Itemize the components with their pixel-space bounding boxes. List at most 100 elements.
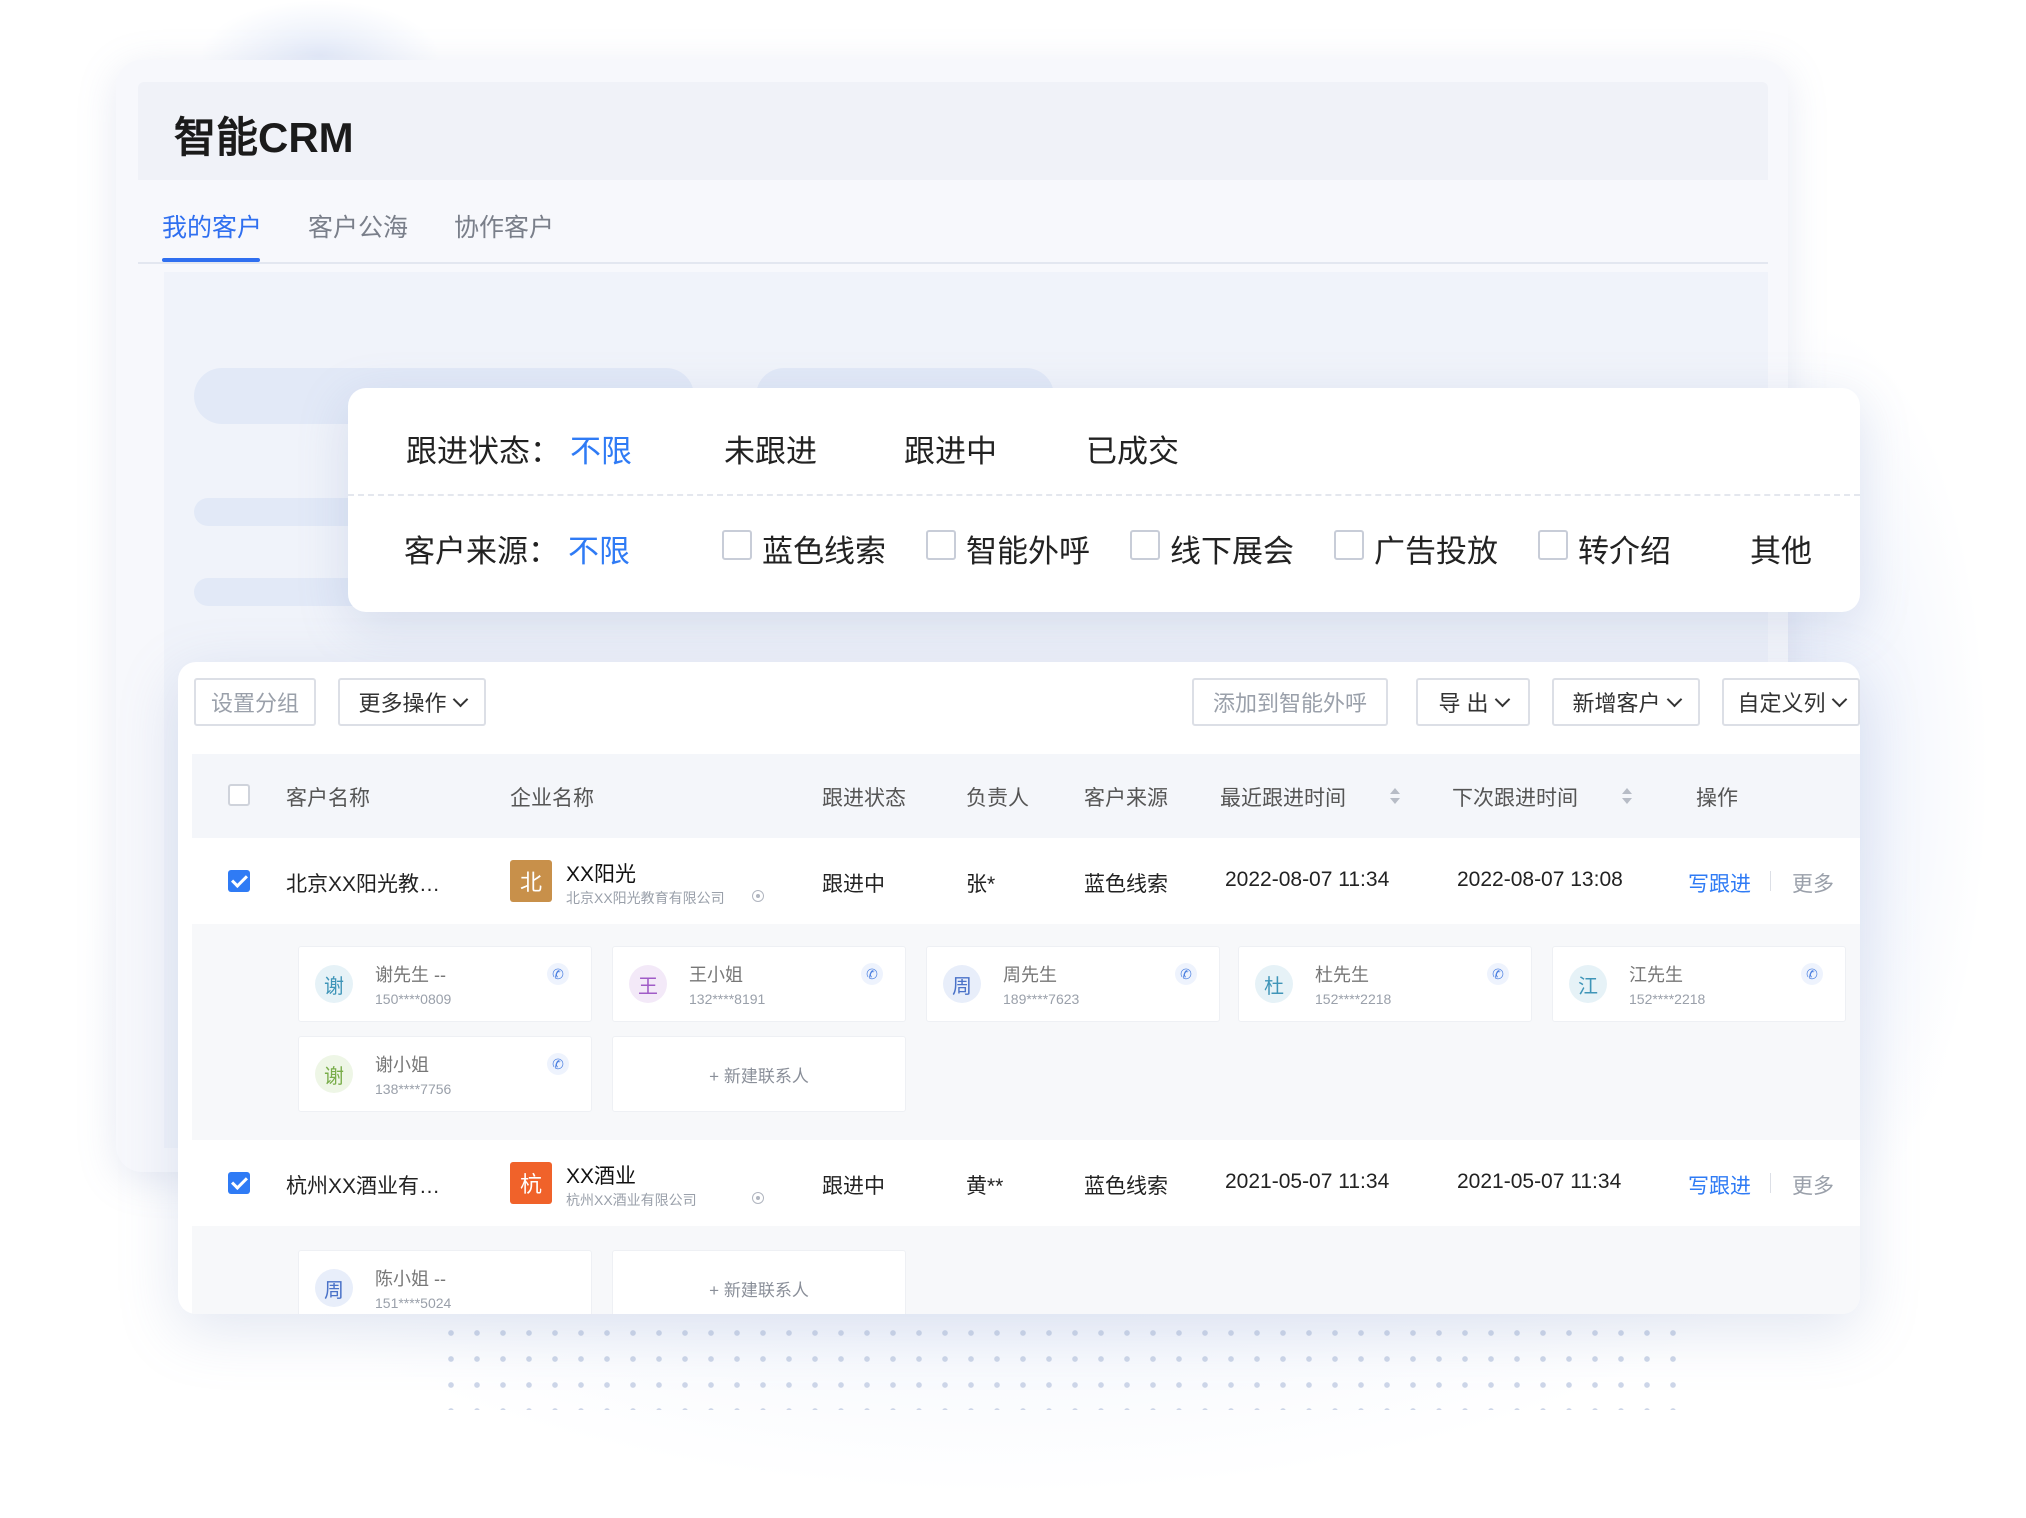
contact-card[interactable]: 周 陈小姐 -- 151****5024 xyxy=(298,1250,592,1314)
col-source: 客户来源 xyxy=(1084,787,1168,810)
source-option-blue-leads[interactable]: 蓝色线索 xyxy=(762,526,886,571)
source-option-other[interactable]: 其他 xyxy=(1750,526,1812,571)
chevron-down-icon xyxy=(1666,691,1682,707)
customer-name[interactable]: 杭州XX酒业有… xyxy=(286,1170,440,1200)
new-customer-button[interactable]: 新增客户 xyxy=(1552,678,1700,726)
source: 蓝色线索 xyxy=(1084,1175,1168,1198)
contact-phone: 189****7623 xyxy=(1003,991,1080,1007)
avatar: 周 xyxy=(943,965,981,1003)
filter-panel: 跟进状态： 不限 未跟进 跟进中 已成交 客户来源： 不限 蓝色线索 智能外呼 … xyxy=(348,388,1860,612)
new-contact-button[interactable]: + 新建联系人 xyxy=(612,1036,906,1112)
company-logo: 杭 xyxy=(510,1162,552,1204)
last-follow-time: 2021-05-07 11:34 xyxy=(1225,1170,1390,1193)
contact-name: 谢小姐 xyxy=(375,1055,429,1075)
contact-card[interactable]: 谢 谢小姐 138****7756 ✆ xyxy=(298,1036,592,1112)
contact-card[interactable]: 周 周先生 189****7623 ✆ xyxy=(926,946,1220,1022)
app-title: 智能CRM xyxy=(174,114,354,161)
tab-customer-pool[interactable]: 客户公海 xyxy=(308,208,408,244)
chevron-down-icon xyxy=(1494,691,1510,707)
checkbox-offline-expo[interactable] xyxy=(1130,530,1160,560)
status-filter-label: 跟进状态： xyxy=(406,434,561,469)
write-follow-link[interactable]: 写跟进 xyxy=(1688,1170,1751,1200)
sort-icon[interactable] xyxy=(1390,788,1400,806)
contact-name: 陈小姐 -- xyxy=(375,1269,446,1289)
contact-card[interactable]: 王 王小姐 132****8191 ✆ xyxy=(612,946,906,1022)
custom-columns-button[interactable]: 自定义列 xyxy=(1722,678,1860,726)
contact-name: 周先生 xyxy=(1003,965,1057,985)
company-name[interactable]: XX酒业 xyxy=(566,1160,636,1190)
phone-icon[interactable]: ✆ xyxy=(547,963,569,985)
checkbox-referral[interactable] xyxy=(1538,530,1568,560)
col-owner: 负责人 xyxy=(966,787,1029,810)
new-contact-button[interactable]: + 新建联系人 xyxy=(612,1250,906,1314)
chevron-down-icon xyxy=(452,691,468,707)
checkbox-blue-leads[interactable] xyxy=(722,530,752,560)
status-option-all[interactable]: 不限 xyxy=(570,426,632,471)
status-option-following[interactable]: 跟进中 xyxy=(904,426,997,471)
checkbox-smart-call[interactable] xyxy=(926,530,956,560)
owner: 张* xyxy=(966,873,996,896)
customer-name[interactable]: 北京XX阳光教… xyxy=(286,868,440,898)
more-link[interactable]: 更多 xyxy=(1792,868,1834,898)
source-option-referral[interactable]: 转介绍 xyxy=(1578,526,1671,571)
company-full-name: 北京XX阳光教育有限公司 xyxy=(566,890,725,906)
table-row[interactable]: 杭州XX酒业有… 杭 XX酒业 杭州XX酒业有限公司 跟进中 黄** 蓝色线索 … xyxy=(192,1140,1860,1228)
more-actions-button[interactable]: 更多操作 xyxy=(338,678,486,726)
source-option-smart-call[interactable]: 智能外呼 xyxy=(966,526,1090,571)
active-tab-indicator xyxy=(162,258,260,262)
more-link[interactable]: 更多 xyxy=(1792,1170,1834,1200)
next-follow-time: 2021-05-07 11:34 xyxy=(1457,1170,1622,1193)
tab-collab-customers[interactable]: 协作客户 xyxy=(454,208,554,244)
phone-icon[interactable]: ✆ xyxy=(547,1053,569,1075)
col-last-follow[interactable]: 最近跟进时间 xyxy=(1220,782,1346,812)
checkbox-ads[interactable] xyxy=(1334,530,1364,560)
avatar: 江 xyxy=(1569,965,1607,1003)
follow-status: 跟进中 xyxy=(822,1175,885,1198)
avatar: 王 xyxy=(629,965,667,1003)
write-follow-link[interactable]: 写跟进 xyxy=(1688,868,1751,898)
status-option-not-followed[interactable]: 未跟进 xyxy=(724,426,817,471)
tab-my-customers[interactable]: 我的客户 xyxy=(162,208,262,244)
contact-phone: 151****5024 xyxy=(375,1295,452,1311)
next-follow-time: 2022-08-07 13:08 xyxy=(1457,868,1623,891)
contact-card[interactable]: 杜 杜先生 152****2218 ✆ xyxy=(1238,946,1532,1022)
contact-name: 江先生 xyxy=(1629,965,1683,985)
contact-name: 谢先生 -- xyxy=(375,965,446,985)
export-button[interactable]: 导 出 xyxy=(1416,678,1530,726)
source-option-ads[interactable]: 广告投放 xyxy=(1374,526,1498,571)
company-name[interactable]: XX阳光 xyxy=(566,858,636,888)
avatar: 周 xyxy=(315,1269,353,1307)
status-option-closed[interactable]: 已成交 xyxy=(1086,426,1179,471)
contact-phone: 152****2218 xyxy=(1629,991,1706,1007)
contact-card[interactable]: 谢 谢先生 -- 150****0809 ✆ xyxy=(298,946,592,1022)
more-actions-label: 更多操作 xyxy=(358,691,447,716)
avatar: 谢 xyxy=(315,965,353,1003)
phone-icon[interactable]: ✆ xyxy=(1487,963,1509,985)
source-option-offline-expo[interactable]: 线下展会 xyxy=(1170,526,1294,571)
table-row[interactable]: 北京XX阳光教… 北 XX阳光 北京XX阳光教育有限公司 跟进中 张* 蓝色线索… xyxy=(192,838,1860,926)
col-next-follow[interactable]: 下次跟进时间 xyxy=(1452,782,1578,812)
phone-icon[interactable]: ✆ xyxy=(1801,963,1823,985)
phone-icon[interactable]: ✆ xyxy=(861,963,883,985)
select-all-checkbox[interactable] xyxy=(228,784,250,806)
col-customer-name: 客户名称 xyxy=(286,787,370,810)
follow-status: 跟进中 xyxy=(822,873,885,896)
row-checkbox[interactable] xyxy=(228,1172,250,1194)
new-customer-label: 新增客户 xyxy=(1572,691,1661,716)
window-header: 智能CRM xyxy=(138,82,1768,180)
contact-name: 王小姐 xyxy=(689,965,743,985)
set-group-button[interactable]: 设置分组 xyxy=(194,678,316,726)
phone-icon[interactable]: ✆ xyxy=(1175,963,1197,985)
contact-phone: 152****2218 xyxy=(1315,991,1392,1007)
last-follow-time: 2022-08-07 11:34 xyxy=(1225,868,1390,891)
source-option-all[interactable]: 不限 xyxy=(568,526,630,571)
sort-icon[interactable] xyxy=(1622,788,1632,806)
contact-card[interactable]: 江 江先生 152****2218 ✆ xyxy=(1552,946,1846,1022)
row-checkbox[interactable] xyxy=(228,870,250,892)
tab-bar: 我的客户 客户公海 协作客户 xyxy=(138,192,1768,264)
company-full-name: 杭州XX酒业有限公司 xyxy=(566,1192,697,1208)
col-actions: 操作 xyxy=(1696,787,1738,810)
add-to-smart-call-button[interactable]: 添加到智能外呼 xyxy=(1192,678,1388,726)
table-header: 客户名称 企业名称 跟进状态 负责人 客户来源 最近跟进时间 下次跟进时间 操作 xyxy=(192,754,1860,838)
custom-columns-label: 自定义列 xyxy=(1737,691,1826,716)
